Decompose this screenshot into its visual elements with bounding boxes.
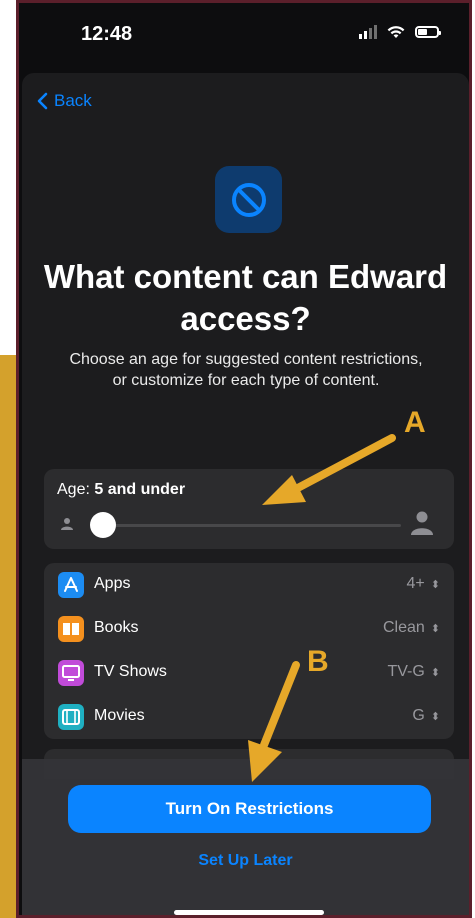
annotation-arrowhead-a bbox=[262, 475, 306, 505]
annotation-arrow-b bbox=[260, 661, 300, 749]
annotation-arrowhead-b bbox=[248, 740, 282, 782]
annotation-arrows bbox=[248, 434, 396, 782]
annotation-label-b: B bbox=[307, 645, 329, 678]
annotation-label-a: A bbox=[404, 406, 426, 439]
annotation-arrow-a bbox=[290, 434, 396, 494]
